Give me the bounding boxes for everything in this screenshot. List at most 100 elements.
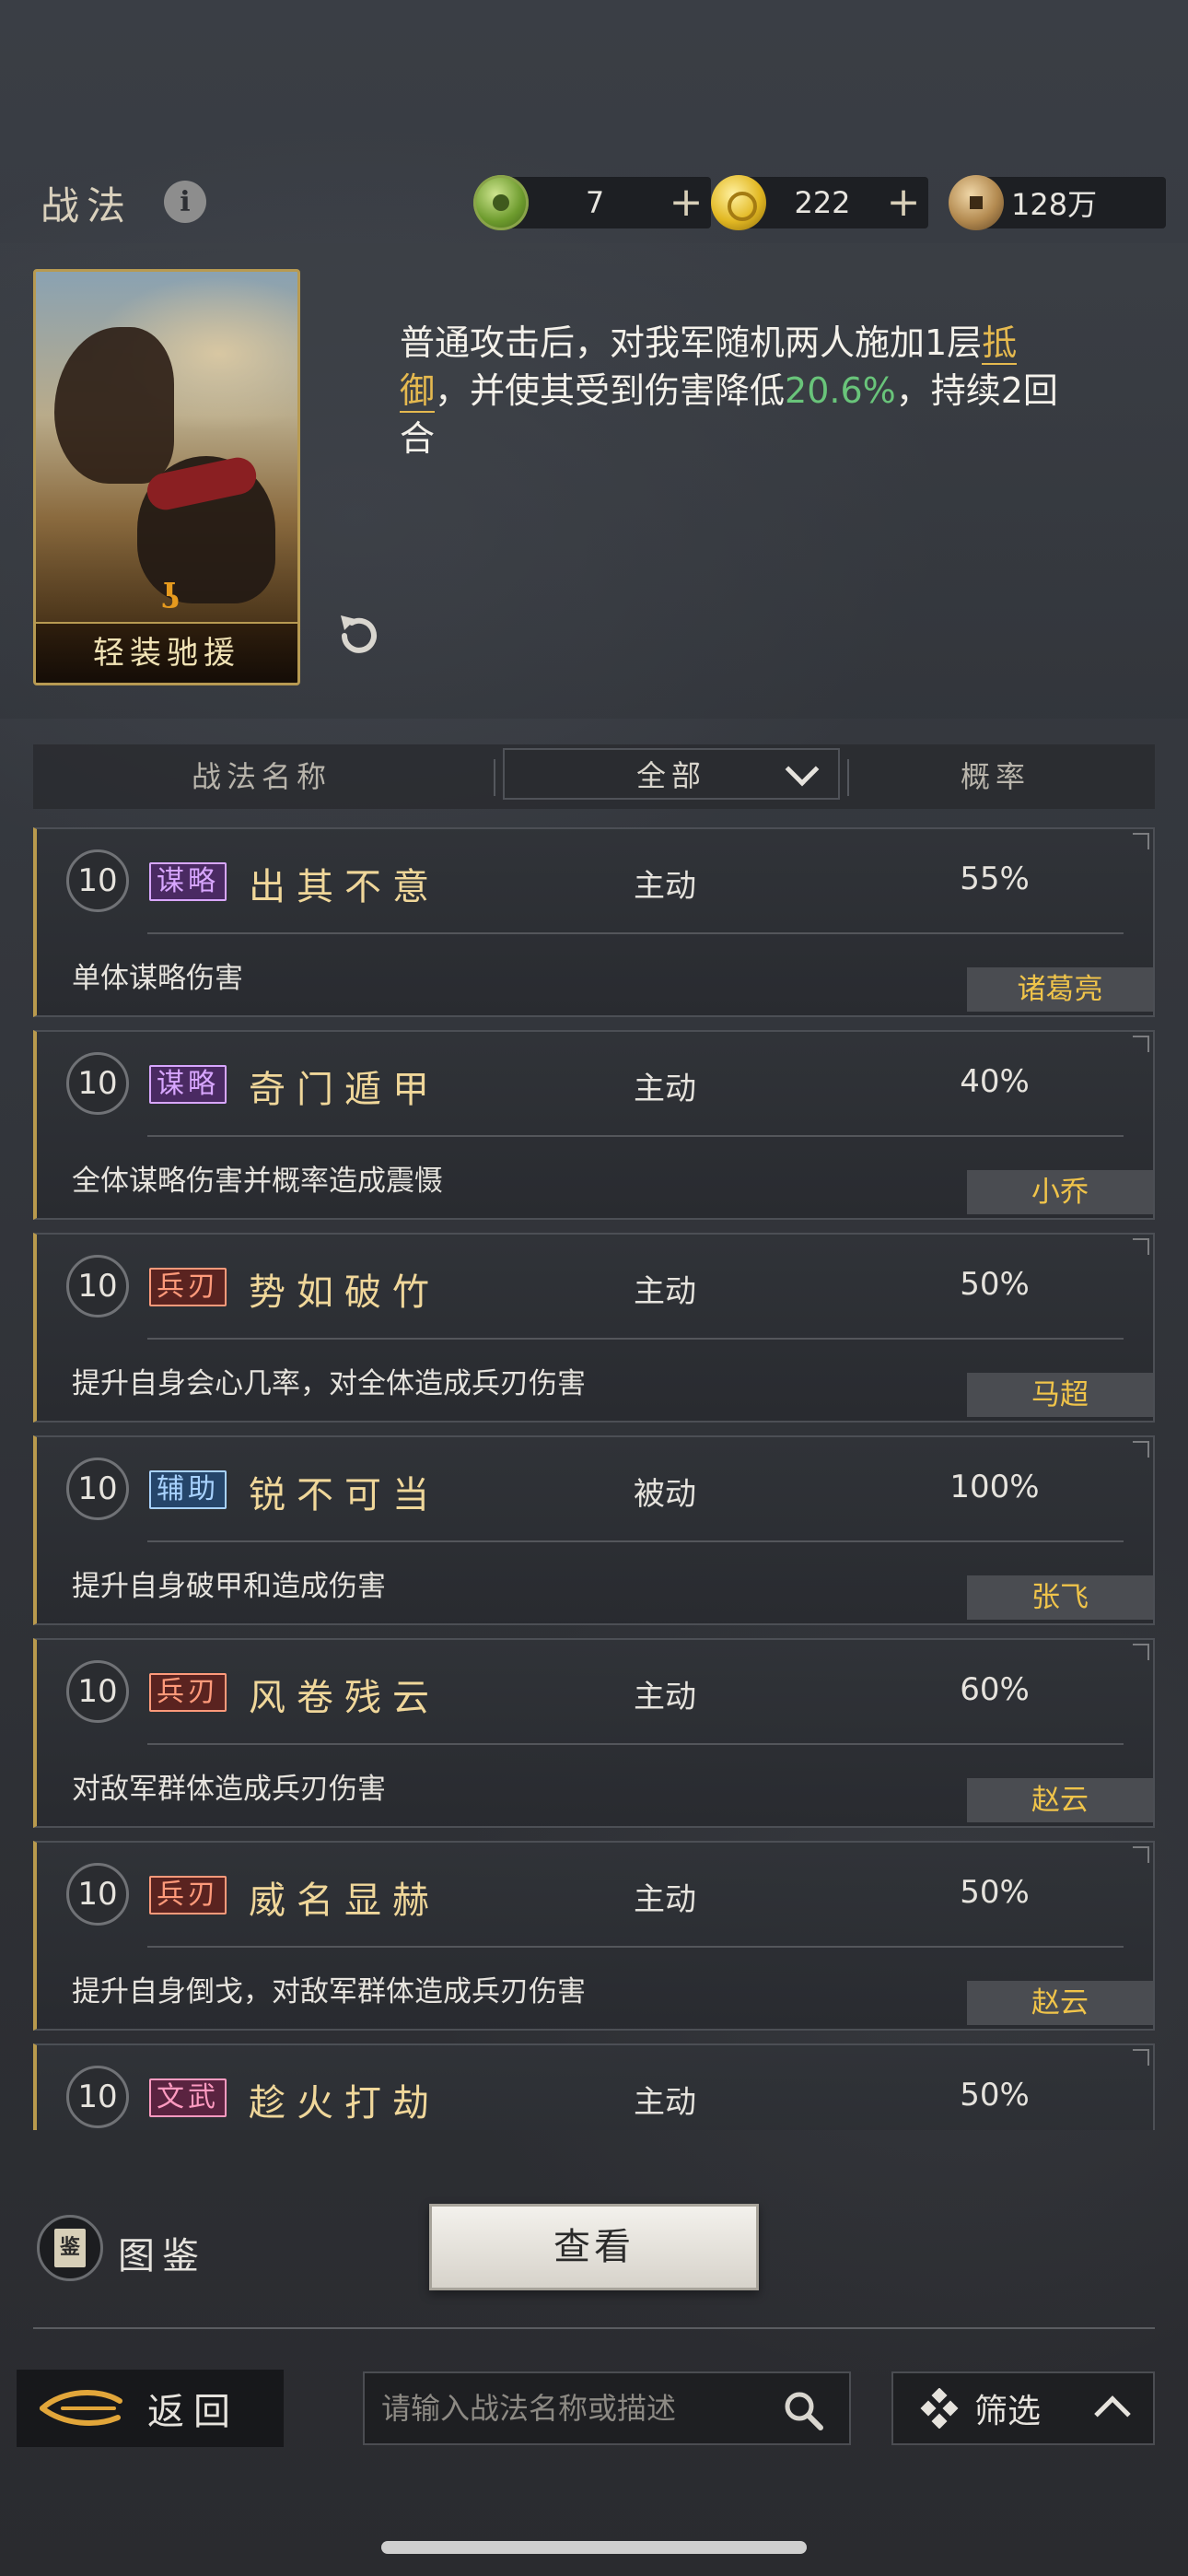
hero-label: 赵云 <box>967 1778 1153 1822</box>
desc-part-2: ，并使其受到伤害降低 <box>435 370 786 411</box>
search-input[interactable] <box>381 2383 768 2434</box>
tactic-row[interactable]: 10 兵刃 威名显赫 主动 50% 提升自身倒戈，对敌军群体造成兵刃伤害 赵云 <box>33 1841 1155 2031</box>
tactic-summary: 对敌军群体造成兵刃伤害 <box>72 1773 386 1806</box>
tactic-type: 主动 <box>634 2084 696 2121</box>
hero-label: 马超 <box>967 1373 1153 1417</box>
tactic-rate: 55% <box>960 861 1030 897</box>
tactic-name: 势如破竹 <box>249 1271 440 1314</box>
jade-resource: 7 + <box>473 175 711 230</box>
type-filter-dropdown[interactable]: 全部 <box>503 748 840 800</box>
home-indicator[interactable] <box>381 2541 807 2554</box>
copper-value: 128万 <box>1011 187 1098 222</box>
tactic-name: 趁火打劫 <box>249 2082 440 2125</box>
filter-label: 筛选 <box>974 2393 1042 2430</box>
codex-icon-glyph: 鉴 <box>54 2229 86 2267</box>
tactic-summary: 提升自身倒戈，对敌军群体造成兵刃伤害 <box>72 1975 586 2008</box>
level-badge: 10 <box>66 1052 129 1115</box>
level-badge: 10 <box>66 1458 129 1520</box>
tactic-name: 出其不意 <box>249 866 440 908</box>
tactic-rate: 60% <box>960 1671 1030 1708</box>
card-art-rider <box>54 327 174 484</box>
tactic-summary: 全体谋略伤害并概率造成震慑 <box>72 1165 443 1198</box>
view-button[interactable]: 查看 <box>429 2204 759 2290</box>
filter-button[interactable]: 筛选 <box>891 2371 1155 2445</box>
tactic-name: 威名显赫 <box>249 1879 440 1922</box>
category-tag: 辅助 <box>149 1470 227 1509</box>
row-divider <box>147 932 1124 934</box>
type-filter-value: 全部 <box>635 758 706 793</box>
back-label: 返回 <box>147 2391 239 2433</box>
back-arrow-icon <box>40 2390 122 2426</box>
desc-number: 20.6% <box>785 370 896 411</box>
tactic-type: 主动 <box>634 1273 696 1310</box>
category-tag: 文武 <box>149 2078 227 2117</box>
gold-resource: 222 + <box>711 175 928 230</box>
tactic-summary: 提升自身破甲和造成伤害 <box>72 1570 386 1603</box>
tactic-rate: 40% <box>960 1063 1030 1100</box>
level-badge: 10 <box>66 1863 129 1926</box>
back-button[interactable]: 返回 <box>17 2370 284 2447</box>
column-divider <box>847 759 849 796</box>
search-icon[interactable] <box>781 2388 825 2432</box>
name-column-header: 战法名称 <box>191 759 332 794</box>
codex-label[interactable]: 图鉴 <box>118 2226 206 2279</box>
tactic-list[interactable]: 10 谋略 出其不意 主动 55% 单体谋略伤害 诸葛亮 10 谋略 奇门遁甲 … <box>33 827 1155 2130</box>
page-title: 战法 <box>41 183 134 228</box>
tactic-row[interactable]: 10 谋略 出其不意 主动 55% 单体谋略伤害 诸葛亮 <box>33 827 1155 1017</box>
tactic-type: 主动 <box>634 1881 696 1918</box>
hero-label: 小乔 <box>967 1170 1153 1214</box>
info-icon[interactable]: i <box>164 181 206 223</box>
row-divider <box>147 1135 1124 1137</box>
tactic-card-name: 轻装驰援 <box>36 622 297 683</box>
tactic-card[interactable]: ʖ 轻装驰援 <box>33 269 300 685</box>
gold-coin-icon <box>711 175 766 230</box>
tactic-name: 锐不可当 <box>249 1474 440 1516</box>
jade-coin-icon <box>473 175 529 230</box>
tactic-type: 主动 <box>634 868 696 905</box>
filter-diamond-icon <box>920 2388 959 2429</box>
rate-column-header: 概率 <box>960 759 1031 794</box>
gold-plus-button[interactable]: + <box>879 177 928 228</box>
tactic-row[interactable]: 10 兵刃 风卷残云 主动 60% 对敌军群体造成兵刃伤害 赵云 <box>33 1638 1155 1828</box>
tactic-description: 普通攻击后，对我军随机两人施加1层抵御，并使其受到伤害降低20.6%，持续2回合 <box>400 319 1063 463</box>
copper-resource: 128万 <box>949 175 1166 230</box>
tactic-type: 主动 <box>634 1071 696 1107</box>
tactic-summary: 单体谋略伤害 <box>72 962 243 995</box>
gold-value: 222 <box>794 185 851 220</box>
row-divider <box>147 1338 1124 1340</box>
tactic-rate: 50% <box>960 2077 1030 2113</box>
reset-icon[interactable] <box>332 608 387 663</box>
search-box[interactable] <box>363 2371 851 2445</box>
tactic-rate: 100% <box>949 1469 1040 1505</box>
tactic-row[interactable]: 10 辅助 锐不可当 被动 100% 提升自身破甲和造成伤害 张飞 <box>33 1435 1155 1625</box>
desc-part-1: 普通攻击后，对我军随机两人施加1层 <box>400 322 983 363</box>
category-tag: 兵刃 <box>149 1673 227 1712</box>
tactic-row[interactable]: 10 文武 趁火打劫 主动 50% <box>33 2043 1155 2130</box>
chevron-down-icon <box>785 752 820 787</box>
category-tag: 谋略 <box>149 1065 227 1104</box>
category-tag: 兵刃 <box>149 1876 227 1914</box>
category-tag: 谋略 <box>149 862 227 901</box>
tactic-rate: 50% <box>960 1874 1030 1911</box>
jade-value: 7 <box>585 185 605 220</box>
level-badge: 10 <box>66 1660 129 1723</box>
copper-coin-icon <box>949 175 1004 230</box>
hero-label: 张飞 <box>967 1575 1153 1620</box>
tactic-rate: 50% <box>960 1266 1030 1303</box>
table-header: 战法名称 全部 概率 <box>33 744 1155 809</box>
card-seal-icon: ʖ <box>161 578 180 616</box>
tactic-row[interactable]: 10 谋略 奇门遁甲 主动 40% 全体谋略伤害并概率造成震慑 小乔 <box>33 1030 1155 1220</box>
tactic-name: 风卷残云 <box>249 1677 440 1719</box>
hero-label: 赵云 <box>967 1981 1153 2025</box>
tactic-row[interactable]: 10 兵刃 势如破竹 主动 50% 提升自身会心几率，对全体造成兵刃伤害 马超 <box>33 1233 1155 1423</box>
jade-plus-button[interactable]: + <box>661 177 711 228</box>
tactic-type: 被动 <box>634 1476 696 1513</box>
column-divider <box>494 759 495 796</box>
tactic-summary: 提升自身会心几率，对全体造成兵刃伤害 <box>72 1367 586 1400</box>
row-divider <box>147 1946 1124 1948</box>
chevron-up-icon <box>1094 2395 1131 2432</box>
bottom-divider <box>33 2327 1155 2329</box>
level-badge: 10 <box>66 2066 129 2128</box>
tactic-name: 奇门遁甲 <box>249 1069 440 1111</box>
codex-icon[interactable]: 鉴 <box>37 2215 103 2281</box>
